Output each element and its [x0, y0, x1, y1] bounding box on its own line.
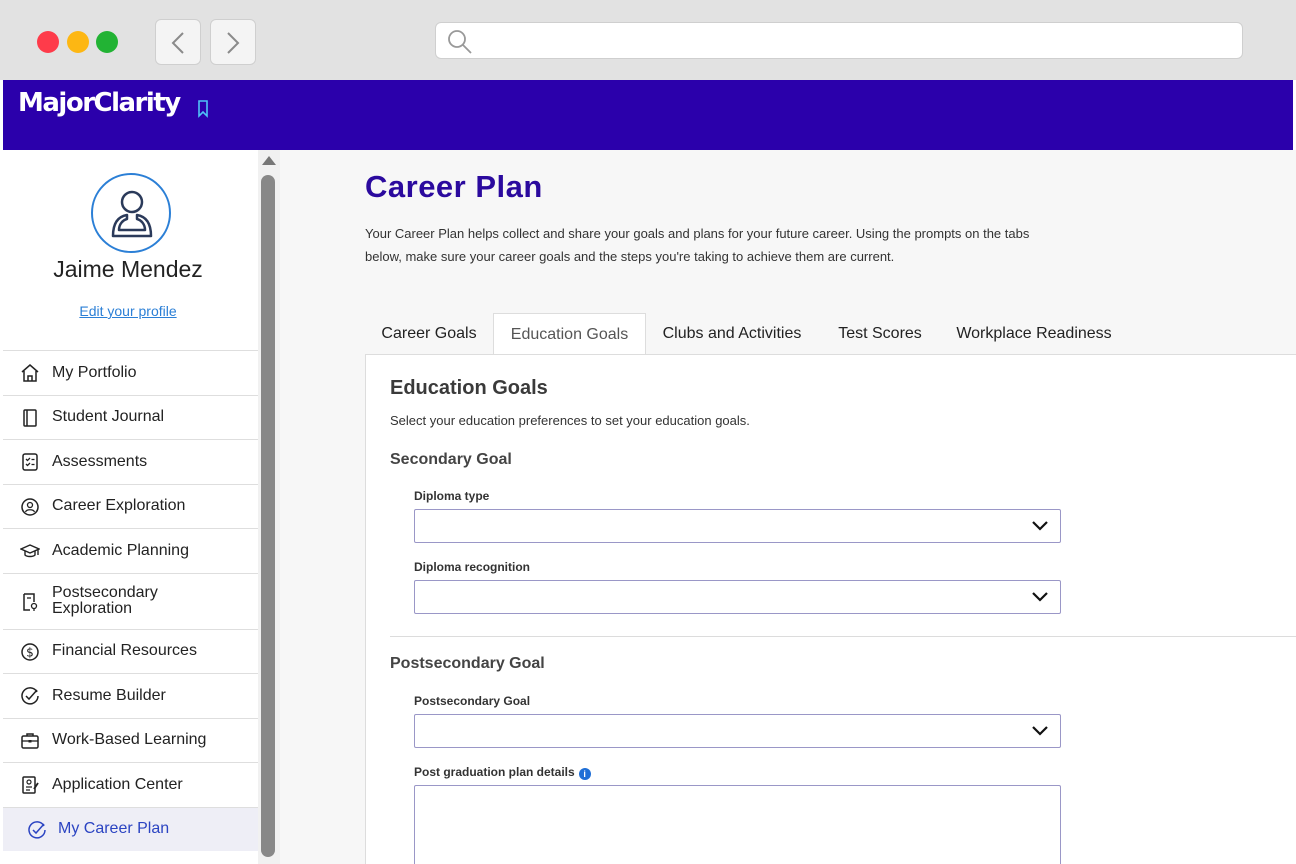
- sidebar-item-label: Financial Resources: [52, 642, 197, 660]
- tab-workplace-readiness[interactable]: Workplace Readiness: [943, 313, 1125, 354]
- panel-title: Education Goals: [390, 377, 548, 399]
- diploma-recognition-label: Diploma recognition: [414, 560, 531, 574]
- sidebar-item-academic-planning[interactable]: Academic Planning: [3, 528, 258, 573]
- journal-icon: [23, 408, 37, 427]
- sidebar-item-resume-builder[interactable]: Resume Builder: [3, 673, 258, 718]
- check-circle-icon: [28, 820, 46, 839]
- dollar-icon: $: [21, 642, 39, 661]
- search-icon: [448, 30, 472, 54]
- page-description: Your Career Plan helps collect and share…: [365, 226, 1030, 264]
- sidebar-item-label: Academic Planning: [52, 541, 189, 559]
- graduation-cap-icon: [20, 544, 40, 558]
- sidebar-item-financial-resources[interactable]: $ Financial Resources: [3, 628, 258, 674]
- main-content: Career Plan Your Career Plan helps colle…: [280, 150, 1296, 864]
- sidebar-item-label: Assessments: [52, 452, 148, 470]
- education-goals-panel: Education Goals Select your education pr…: [365, 354, 1296, 864]
- chevron-left-icon: [171, 32, 184, 54]
- close-window-button[interactable]: [37, 31, 59, 53]
- sidebar-item-work-based-learning[interactable]: Work-Based Learning: [3, 717, 258, 763]
- home-icon: [21, 364, 39, 382]
- briefcase-icon: [21, 732, 39, 749]
- sidebar-item-student-journal[interactable]: Student Journal: [3, 394, 258, 440]
- post-graduation-details-label-text: Post graduation plan details: [414, 765, 575, 779]
- diploma-type-label: Diploma type: [414, 489, 490, 503]
- postsecondary-goal-heading: Postsecondary Goal: [390, 655, 545, 672]
- avatar[interactable]: [91, 173, 171, 253]
- back-button[interactable]: [155, 19, 201, 65]
- scroll-up-arrow-icon[interactable]: [262, 156, 276, 165]
- profile-name: Jaime Mendez: [53, 256, 203, 282]
- check-circle-icon: [21, 687, 39, 705]
- sidebar-item-label: Application Center: [52, 775, 183, 793]
- checklist-icon: [22, 453, 38, 471]
- secondary-goal-heading: Secondary Goal: [390, 451, 512, 468]
- info-icon[interactable]: i: [578, 768, 591, 780]
- user-icon: [111, 190, 153, 238]
- post-graduation-details-textarea[interactable]: [414, 785, 1061, 864]
- diploma-type-select[interactable]: [414, 509, 1061, 543]
- sidebar-item-career-exploration[interactable]: Career Exploration: [3, 483, 258, 529]
- svg-text:$: $: [26, 645, 34, 659]
- tab-career-goals[interactable]: Career Goals: [365, 313, 493, 354]
- tab-bar: Career Goals Education Goals Clubs and A…: [365, 313, 1295, 354]
- chevron-right-icon: [227, 32, 240, 54]
- edit-profile-link[interactable]: Edit your profile: [3, 303, 253, 319]
- tab-clubs-and-activities[interactable]: Clubs and Activities: [647, 313, 817, 354]
- postsecondary-goal-select[interactable]: [414, 714, 1061, 748]
- panel-subtitle: Select your education preferences to set…: [390, 413, 750, 428]
- application-icon: [22, 776, 39, 794]
- browser-chrome: [0, 0, 1296, 80]
- chevron-down-icon: [1032, 521, 1048, 531]
- sidebar-item-label: Career Exploration: [52, 497, 186, 515]
- section-divider: [390, 636, 1296, 637]
- sidebar-item-my-career-plan[interactable]: My Career Plan: [3, 806, 258, 851]
- document-pin-icon: [23, 592, 38, 611]
- sidebar-item-label: Work-Based Learning: [52, 731, 207, 749]
- chevron-down-icon: [1032, 592, 1048, 602]
- sidebar-item-label: My Portfolio: [52, 363, 137, 381]
- sidebar-item-assessments[interactable]: Assessments: [3, 439, 258, 484]
- post-graduation-details-label: Post graduation plan details i: [414, 765, 591, 780]
- person-badge-icon: [21, 497, 39, 516]
- sidebar-item-my-portfolio[interactable]: My Portfolio: [3, 350, 258, 395]
- minimize-window-button[interactable]: [67, 31, 89, 53]
- sidebar-nav: My Portfolio Student Journal Assessments…: [3, 350, 258, 851]
- sidebar-scroll-thumb[interactable]: [261, 175, 275, 857]
- sidebar-item-label: Resume Builder: [52, 686, 166, 704]
- brand-logo[interactable]: MajorClarity: [18, 88, 181, 118]
- tab-education-goals[interactable]: Education Goals: [493, 313, 646, 354]
- forward-button[interactable]: [210, 19, 256, 65]
- tab-test-scores[interactable]: Test Scores: [823, 313, 937, 354]
- sidebar-item-postsecondary-exploration[interactable]: Postsecondary Exploration: [3, 572, 258, 629]
- sidebar-item-label: Postsecondary Exploration: [52, 584, 158, 617]
- chevron-down-icon: [1032, 726, 1048, 736]
- address-bar[interactable]: [435, 22, 1243, 59]
- sidebar-item-application-center[interactable]: Application Center: [3, 762, 258, 807]
- sidebar-item-label: My Career Plan: [58, 820, 170, 838]
- maximize-window-button[interactable]: [96, 31, 118, 53]
- postsecondary-goal-label: Postsecondary Goal: [414, 694, 531, 708]
- diploma-recognition-select[interactable]: [414, 580, 1061, 614]
- page-title: Career Plan: [365, 169, 543, 204]
- sidebar: Jaime Mendez Edit your profile My Portfo…: [3, 150, 258, 864]
- bookmark-icon: [198, 100, 208, 118]
- sidebar-item-label: Student Journal: [52, 408, 165, 426]
